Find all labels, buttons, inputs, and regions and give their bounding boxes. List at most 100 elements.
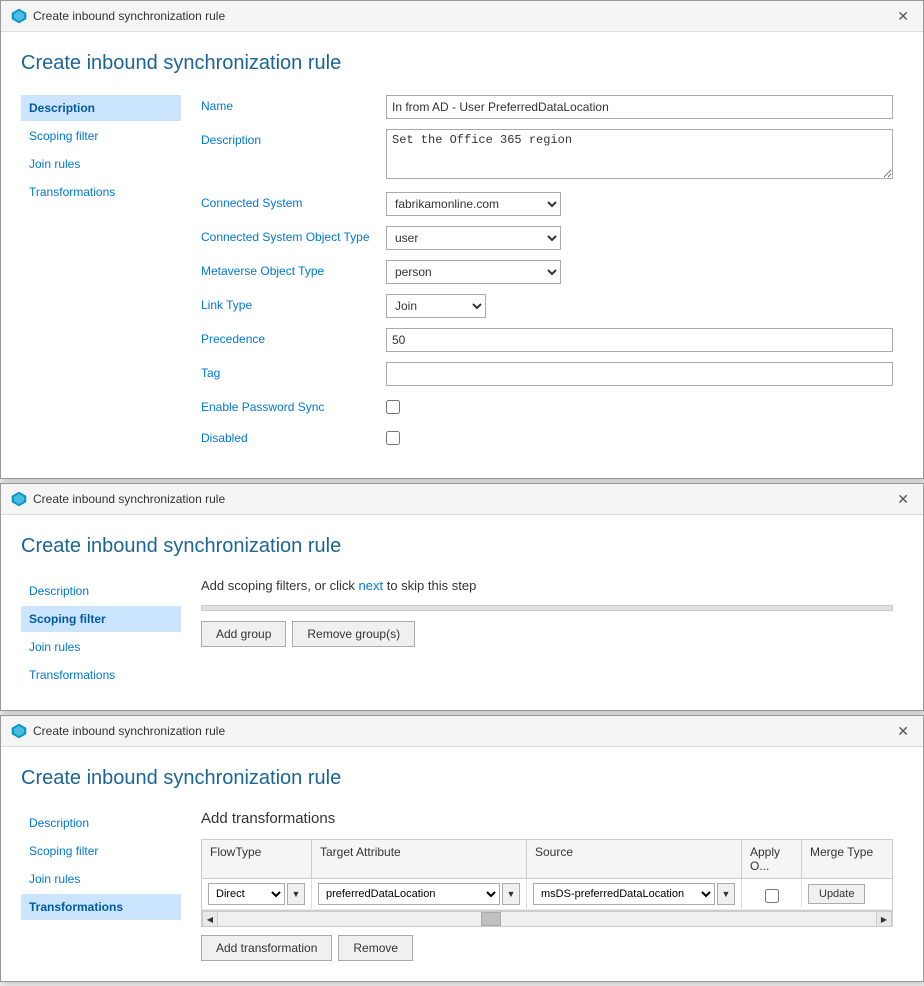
page-title-2: Create inbound synchronization rule	[21, 535, 893, 558]
checkbox-apply-once[interactable]	[765, 889, 779, 903]
control-connected-system: fabrikamonline.com	[386, 192, 893, 216]
control-eps	[386, 396, 893, 417]
sidebar-item-transformations-2[interactable]: Transformations	[21, 662, 181, 688]
update-button[interactable]: Update	[808, 884, 865, 904]
main-layout-3: Description Scoping filter Join rules Tr…	[21, 810, 893, 961]
label-mot: Metaverse Object Type	[201, 260, 376, 278]
sidebar-item-join-2[interactable]: Join rules	[21, 634, 181, 660]
app-icon-2	[11, 491, 27, 507]
label-tag: Tag	[201, 362, 376, 380]
control-disabled	[386, 427, 893, 448]
checkbox-disabled[interactable]	[386, 431, 400, 445]
app-icon	[11, 8, 27, 24]
form-area-2: Add scoping filters, or click next to sk…	[201, 578, 893, 690]
close-button-3[interactable]: ✕	[893, 722, 913, 740]
select-link-type[interactable]: Join	[386, 294, 486, 318]
close-button-2[interactable]: ✕	[893, 490, 913, 508]
input-precedence[interactable]	[386, 328, 893, 352]
sidebar-item-scoping-1[interactable]: Scoping filter	[21, 123, 181, 149]
page-title-1: Create inbound synchronization rule	[21, 52, 893, 75]
app-icon-3	[11, 723, 27, 739]
select-mot[interactable]: person	[386, 260, 561, 284]
titlebar-1: Create inbound synchronization rule ✕	[1, 1, 923, 32]
control-csot: user	[386, 226, 893, 250]
sidebar-item-scoping-3[interactable]: Scoping filter	[21, 838, 181, 864]
control-description: Set the Office 365 region	[386, 129, 893, 182]
table-header: FlowType Target Attribute Source Apply O…	[202, 840, 892, 879]
label-csot: Connected System Object Type	[201, 226, 376, 244]
form-row-link-type: Link Type Join	[201, 294, 893, 318]
sidebar-item-description-3[interactable]: Description	[21, 810, 181, 836]
form-row-disabled: Disabled	[201, 427, 893, 448]
checkbox-eps[interactable]	[386, 400, 400, 414]
remove-button[interactable]: Remove	[338, 935, 413, 961]
header-source: Source	[527, 840, 742, 878]
form-row-precedence: Precedence	[201, 328, 893, 352]
titlebar-title-3: Create inbound synchronization rule	[33, 724, 225, 738]
remove-groups-button[interactable]: Remove group(s)	[292, 621, 415, 647]
form-row-tag: Tag	[201, 362, 893, 386]
transformation-buttons: Add transformation Remove	[201, 935, 893, 961]
label-precedence: Precedence	[201, 328, 376, 346]
control-precedence	[386, 328, 893, 352]
header-apply: Apply O...	[742, 840, 802, 878]
scroll-right-arrow[interactable]: ▶	[876, 911, 892, 927]
sidebar-item-join-3[interactable]: Join rules	[21, 866, 181, 892]
select-csot[interactable]: user	[386, 226, 561, 250]
input-tag[interactable]	[386, 362, 893, 386]
window-3: Create inbound synchronization rule ✕ Cr…	[0, 715, 924, 982]
select-source[interactable]: msDS-preferredDataLocation	[533, 883, 715, 905]
select-connected-system[interactable]: fabrikamonline.com	[386, 192, 561, 216]
form-row-connected-system: Connected System fabrikamonline.com	[201, 192, 893, 216]
input-name[interactable]	[386, 95, 893, 119]
control-mot: person	[386, 260, 893, 284]
form-area-1: Name Description Set the Office 365 regi…	[201, 95, 893, 458]
sidebar-item-transformations-3[interactable]: Transformations	[21, 894, 181, 920]
target-attr-dropdown-arrow[interactable]: ▼	[502, 883, 520, 905]
label-disabled: Disabled	[201, 427, 376, 445]
cell-apply-once	[742, 881, 802, 907]
window-content-3: Create inbound synchronization rule Desc…	[1, 747, 923, 981]
sidebar-item-scoping-2[interactable]: Scoping filter	[21, 606, 181, 632]
progress-bar	[201, 605, 893, 611]
titlebar-title-1: Create inbound synchronization rule	[33, 9, 225, 23]
window-content-1: Create inbound synchronization rule Desc…	[1, 32, 923, 478]
sidebar-1: Description Scoping filter Join rules Tr…	[21, 95, 181, 458]
add-transformation-button[interactable]: Add transformation	[201, 935, 332, 961]
sidebar-item-join-1[interactable]: Join rules	[21, 151, 181, 177]
label-eps: Enable Password Sync	[201, 396, 376, 414]
form-row-csot: Connected System Object Type user	[201, 226, 893, 250]
form-area-3: Add transformations FlowType Target Attr…	[201, 810, 893, 961]
form-row-mot: Metaverse Object Type person	[201, 260, 893, 284]
flowtype-dropdown-arrow[interactable]: ▼	[287, 883, 305, 905]
scrollbar-track[interactable]	[218, 912, 876, 926]
transformations-table: FlowType Target Attribute Source Apply O…	[201, 839, 893, 911]
table-row: Direct ▼ preferredDataLocation ▼	[202, 879, 892, 910]
header-target-attr: Target Attribute	[312, 840, 527, 878]
label-link-type: Link Type	[201, 294, 376, 312]
cell-target-attr: preferredDataLocation ▼	[312, 879, 527, 909]
sidebar-item-description-1[interactable]: Description	[21, 95, 181, 121]
cell-flowtype: Direct ▼	[202, 879, 312, 909]
page-title-3: Create inbound synchronization rule	[21, 767, 893, 790]
cell-merge-type: Update	[802, 880, 892, 908]
add-group-button[interactable]: Add group	[201, 621, 286, 647]
scoping-instruction: Add scoping filters, or click next to sk…	[201, 578, 893, 593]
sidebar-item-description-2[interactable]: Description	[21, 578, 181, 604]
next-link[interactable]: next	[359, 578, 384, 593]
window-1: Create inbound synchronization rule ✕ Cr…	[0, 0, 924, 479]
sidebar-item-transformations-1[interactable]: Transformations	[21, 179, 181, 205]
sidebar-2: Description Scoping filter Join rules Tr…	[21, 578, 181, 690]
select-target-attr[interactable]: preferredDataLocation	[318, 883, 500, 905]
control-tag	[386, 362, 893, 386]
source-dropdown-arrow[interactable]: ▼	[717, 883, 735, 905]
window-content-2: Create inbound synchronization rule Desc…	[1, 515, 923, 710]
control-link-type: Join	[386, 294, 893, 318]
select-flowtype[interactable]: Direct	[208, 883, 285, 905]
scroll-left-arrow[interactable]: ◀	[202, 911, 218, 927]
label-connected-system: Connected System	[201, 192, 376, 210]
cell-source: msDS-preferredDataLocation ▼	[527, 879, 742, 909]
textarea-description[interactable]: Set the Office 365 region	[386, 129, 893, 179]
close-button-1[interactable]: ✕	[893, 7, 913, 25]
sidebar-3: Description Scoping filter Join rules Tr…	[21, 810, 181, 961]
